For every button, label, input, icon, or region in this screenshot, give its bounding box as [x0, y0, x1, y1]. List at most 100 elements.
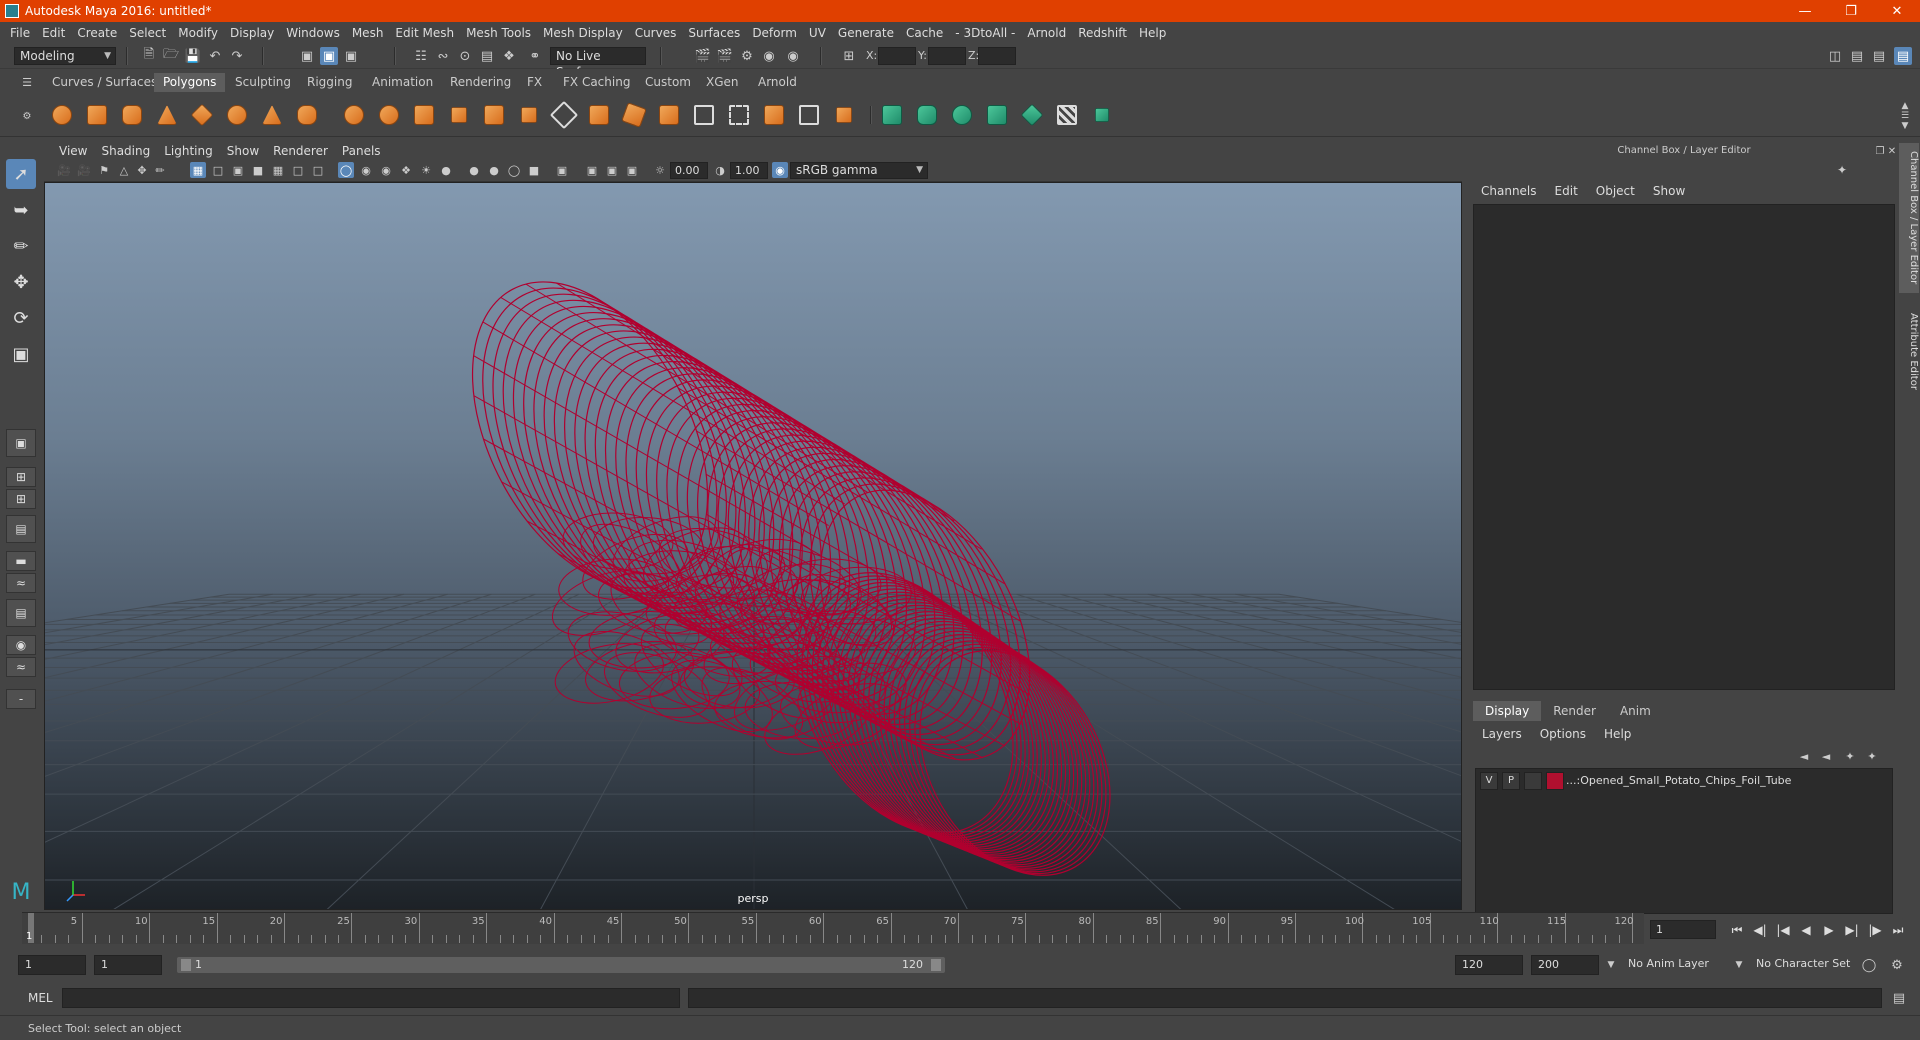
open-scene-icon[interactable]: 🗁 — [162, 47, 180, 65]
menu-mesh-tools[interactable]: Mesh Tools — [460, 26, 537, 40]
exposure-field[interactable]: 0.00 — [670, 162, 708, 179]
select-component-icon[interactable]: ▣ — [342, 47, 360, 65]
poly-cone-icon[interactable] — [153, 101, 181, 129]
tab-attribute-editor[interactable]: Attribute Editor — [1899, 301, 1919, 401]
lasso-tool-icon[interactable]: ➥ — [6, 195, 36, 225]
perspective-viewport[interactable]: persp — [44, 182, 1462, 910]
animation-preferences-icon[interactable]: ⚙ — [1888, 956, 1906, 974]
uv-editor-icon[interactable] — [1053, 101, 1081, 129]
menu-redshift[interactable]: Redshift — [1072, 26, 1133, 40]
motion-blur-icon[interactable]: ● — [486, 162, 502, 178]
script-editor-icon[interactable]: ▤ — [1890, 989, 1908, 1007]
smooth-shade-icon[interactable]: ◉ — [358, 162, 374, 178]
chevron-down-icon[interactable]: ▼ — [1730, 956, 1748, 974]
uv-cut-sew-icon[interactable] — [1088, 101, 1116, 129]
menu-3dtoall[interactable]: - 3DtoAll - — [949, 26, 1021, 40]
minimize-button[interactable]: — — [1782, 0, 1828, 22]
step-back-key-icon[interactable]: |◀ — [1773, 920, 1793, 940]
close-button[interactable]: ✕ — [1874, 0, 1920, 22]
viewport-menu-lighting[interactable]: Lighting — [157, 144, 220, 158]
bevel-icon[interactable] — [620, 101, 648, 129]
gamma-field[interactable]: 1.00 — [730, 162, 768, 179]
y-field[interactable] — [928, 47, 966, 65]
step-forward-frame-icon[interactable]: |▶ — [1865, 920, 1885, 940]
current-frame-field[interactable]: 1 — [1650, 920, 1716, 939]
insert-edge-loop-icon[interactable] — [760, 101, 788, 129]
transform-mode-icon[interactable]: ⊞ — [840, 47, 858, 65]
chevron-down-icon[interactable]: ▼ — [1602, 956, 1620, 974]
channel-box-menu-channels[interactable]: Channels — [1471, 181, 1545, 201]
exposure-icon[interactable]: ☼ — [652, 162, 668, 178]
tab-arnold[interactable]: Arnold — [749, 73, 806, 92]
tab-fx[interactable]: FX — [518, 73, 551, 92]
menu-create[interactable]: Create — [71, 26, 123, 40]
save-scene-icon[interactable]: 💾 — [184, 47, 202, 65]
menu-display[interactable]: Display — [224, 26, 280, 40]
hypershade-icon[interactable]: ◉ — [760, 47, 778, 65]
create-layer-from-selected-icon[interactable]: ✦ — [1863, 747, 1881, 765]
resolution-gate-icon[interactable]: ▣ — [230, 162, 246, 178]
tab-display[interactable]: Display — [1473, 701, 1542, 721]
menu-generate[interactable]: Generate — [832, 26, 900, 40]
uv-planar-icon[interactable] — [878, 101, 906, 129]
select-camera-icon[interactable]: 🎥 — [56, 162, 72, 178]
x-field[interactable] — [878, 47, 916, 65]
playback-start-field[interactable]: 1 — [94, 955, 162, 975]
fill-hole-icon[interactable] — [655, 101, 683, 129]
rotate-tool-icon[interactable]: ⟳ — [6, 303, 36, 333]
tab-custom[interactable]: Custom — [636, 73, 700, 92]
redo-icon[interactable]: ↷ — [228, 47, 246, 65]
menu-curves[interactable]: Curves — [629, 26, 683, 40]
xray-joints-icon[interactable]: ▣ — [604, 162, 620, 178]
tab-rigging[interactable]: Rigging — [298, 73, 361, 92]
tool-settings-icon[interactable]: ▤ — [1870, 47, 1888, 65]
target-weld-icon[interactable] — [830, 101, 858, 129]
viewport-menu-view[interactable]: View — [52, 144, 94, 158]
uv-automatic-icon[interactable] — [983, 101, 1011, 129]
time-editor-layout-icon[interactable]: ▬ — [6, 551, 36, 571]
menu-mesh-display[interactable]: Mesh Display — [537, 26, 629, 40]
menu-uv[interactable]: UV — [803, 26, 832, 40]
step-forward-key-icon[interactable]: ▶| — [1842, 920, 1862, 940]
snap-curve-icon[interactable]: ∾ — [434, 47, 452, 65]
single-perspective-layout-icon[interactable]: ▣ — [6, 429, 36, 457]
menu-help[interactable]: Help — [1133, 26, 1172, 40]
viewport-menu-shading[interactable]: Shading — [94, 144, 157, 158]
uv-cylindrical-icon[interactable] — [913, 101, 941, 129]
playback-end-field[interactable]: 120 — [1455, 955, 1523, 975]
animation-end-field[interactable]: 200 — [1531, 955, 1599, 975]
gamma-icon[interactable]: ◑ — [712, 162, 728, 178]
image-plane-icon[interactable]: △ — [116, 162, 132, 178]
persp-outliner-layout-icon[interactable]: ⊞ — [6, 489, 36, 509]
bookmark-icon[interactable]: ⚑ — [96, 162, 112, 178]
hypershade-layout-icon[interactable]: ◉ — [6, 635, 36, 655]
channel-box-menu-show[interactable]: Show — [1643, 181, 1693, 201]
wireframe-shading-icon[interactable]: ◯ — [338, 162, 354, 178]
undo-icon[interactable]: ↶ — [206, 47, 224, 65]
smooth-icon[interactable] — [445, 101, 473, 129]
tab-polygons[interactable]: Polygons — [154, 73, 226, 92]
bridge-icon[interactable] — [549, 100, 579, 130]
average-vertices-icon[interactable] — [515, 101, 543, 129]
layer-playback-toggle[interactable]: P — [1502, 772, 1520, 790]
channel-box-options-icon[interactable]: ✦ — [1833, 161, 1851, 179]
poly-pyramid-icon[interactable] — [258, 101, 286, 129]
gate-mask-icon[interactable]: ■ — [250, 162, 266, 178]
tab-render[interactable]: Render — [1541, 701, 1608, 721]
film-gate-icon[interactable]: □ — [210, 162, 226, 178]
move-layer-down-icon[interactable]: ◄ — [1817, 747, 1835, 765]
layer-color-swatch[interactable] — [1546, 772, 1564, 790]
tab-fx-caching[interactable]: FX Caching — [554, 73, 639, 92]
play-forwards-icon[interactable]: ▶ — [1819, 920, 1839, 940]
go-to-start-icon[interactable]: ⏮ — [1727, 920, 1747, 940]
menu-set-dropdown[interactable]: Modeling ▼ — [14, 47, 116, 65]
tab-channel-box-layer-editor[interactable]: Channel Box / Layer Editor — [1899, 143, 1919, 293]
command-input[interactable] — [62, 988, 680, 1008]
maximize-button[interactable]: ❐ — [1828, 0, 1874, 22]
xray-components-icon[interactable]: ▣ — [624, 162, 640, 178]
combine-icon[interactable] — [340, 101, 368, 129]
range-end-handle[interactable] — [931, 959, 941, 971]
isolate-select-icon[interactable]: ▣ — [554, 162, 570, 178]
field-chart-icon[interactable]: ▦ — [270, 162, 286, 178]
layer-display-type-toggle[interactable] — [1524, 772, 1542, 790]
